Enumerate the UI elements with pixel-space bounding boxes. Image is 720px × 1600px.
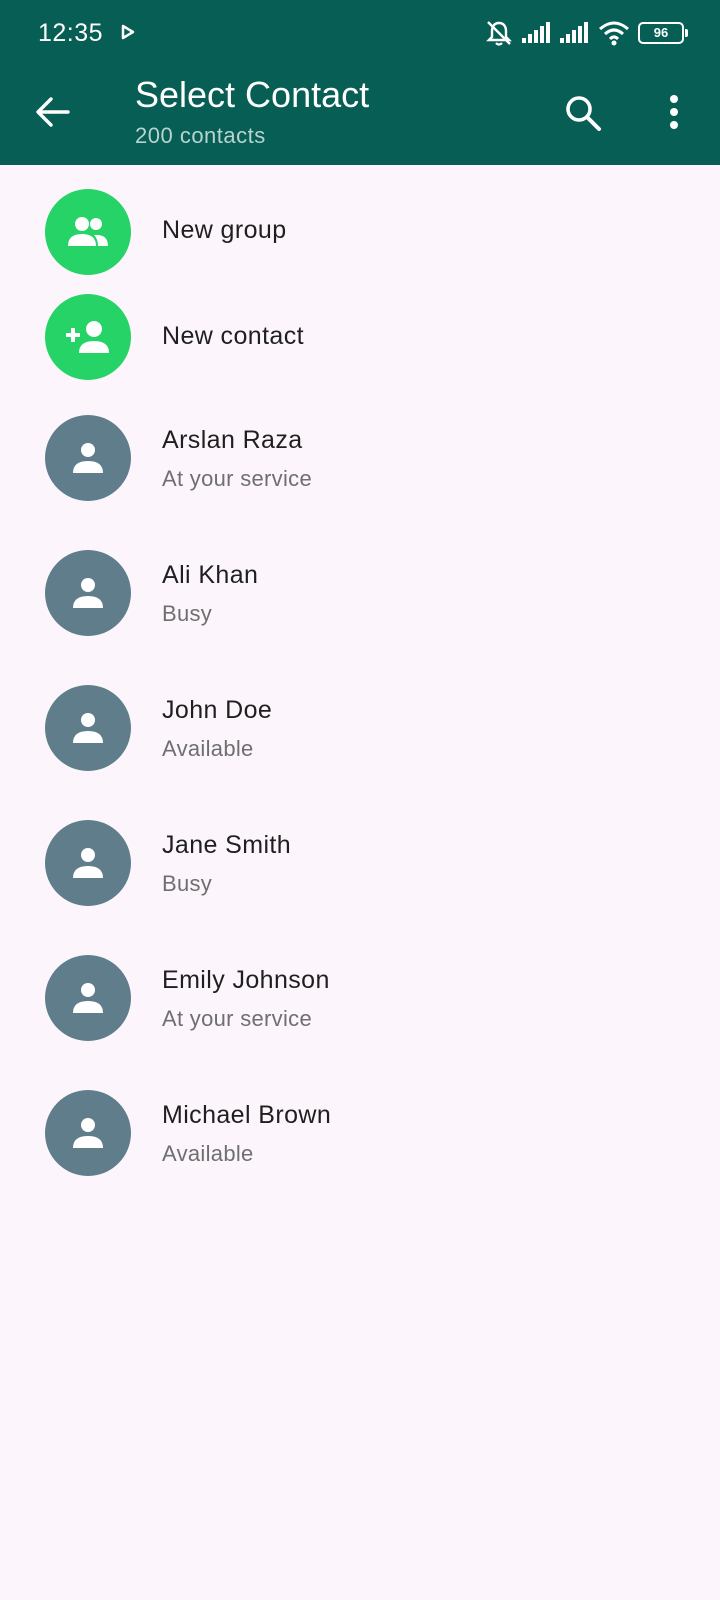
new-contact-label: New contact [162, 322, 304, 350]
contact-status: At your service [162, 1006, 312, 1031]
play-icon [121, 24, 135, 40]
contact-item[interactable]: Emily Johnson At your service [0, 947, 720, 1057]
contact-status: Busy [162, 871, 213, 896]
contact-name: Ali Khan [162, 561, 259, 589]
contact-avatar [45, 820, 131, 906]
new-contact-item[interactable]: New contact [0, 286, 720, 386]
status-icons: 96 [484, 18, 688, 48]
contact-status: Available [162, 1141, 254, 1166]
app-bar: 12:35 96 Select Contact 200 contacts [0, 0, 720, 165]
group-icon [68, 217, 108, 246]
new-group-item[interactable]: New group [0, 182, 720, 282]
contact-name: Emily Johnson [162, 966, 330, 994]
contact-item[interactable]: Arslan Raza At your service [0, 407, 720, 517]
contact-avatar [45, 415, 131, 501]
signal-icon [560, 22, 588, 43]
contact-name: Jane Smith [162, 831, 292, 859]
person-icon [73, 1118, 103, 1148]
contact-avatar [45, 955, 131, 1041]
more-vert-icon[interactable] [654, 90, 694, 138]
person-icon [73, 443, 103, 473]
contact-name: Michael Brown [162, 1101, 332, 1129]
person-icon [73, 983, 103, 1013]
person-icon [73, 848, 103, 878]
back-arrow-icon[interactable] [30, 92, 76, 132]
contact-item[interactable]: John Doe Available [0, 677, 720, 787]
contact-status: At your service [162, 466, 312, 491]
person-icon [73, 713, 103, 743]
contact-avatar [45, 1090, 131, 1176]
status-time: 12:35 [38, 19, 104, 47]
contact-name: John Doe [162, 696, 273, 724]
wifi-icon [599, 21, 629, 46]
battery-icon: 96 [638, 22, 688, 44]
contact-item[interactable]: Jane Smith Busy [0, 812, 720, 922]
battery-level: 96 [653, 25, 669, 40]
mute-icon [486, 21, 512, 46]
group-avatar [45, 189, 131, 275]
contact-status: Busy [162, 601, 213, 626]
new-group-label: New group [162, 216, 287, 244]
page-title: Select Contact [135, 74, 370, 115]
add-contact-avatar [45, 294, 131, 380]
contact-count: 200 contacts [135, 123, 266, 148]
add-person-icon [66, 321, 109, 353]
contact-avatar [45, 685, 131, 771]
contact-item[interactable]: Michael Brown Available [0, 1082, 720, 1192]
contact-name: Arslan Raza [162, 426, 303, 454]
signal-icon [522, 22, 550, 43]
contact-status: Available [162, 736, 254, 761]
contact-item[interactable]: Ali Khan Busy [0, 542, 720, 652]
person-icon [73, 578, 103, 608]
search-icon[interactable] [560, 90, 608, 138]
contact-avatar [45, 550, 131, 636]
